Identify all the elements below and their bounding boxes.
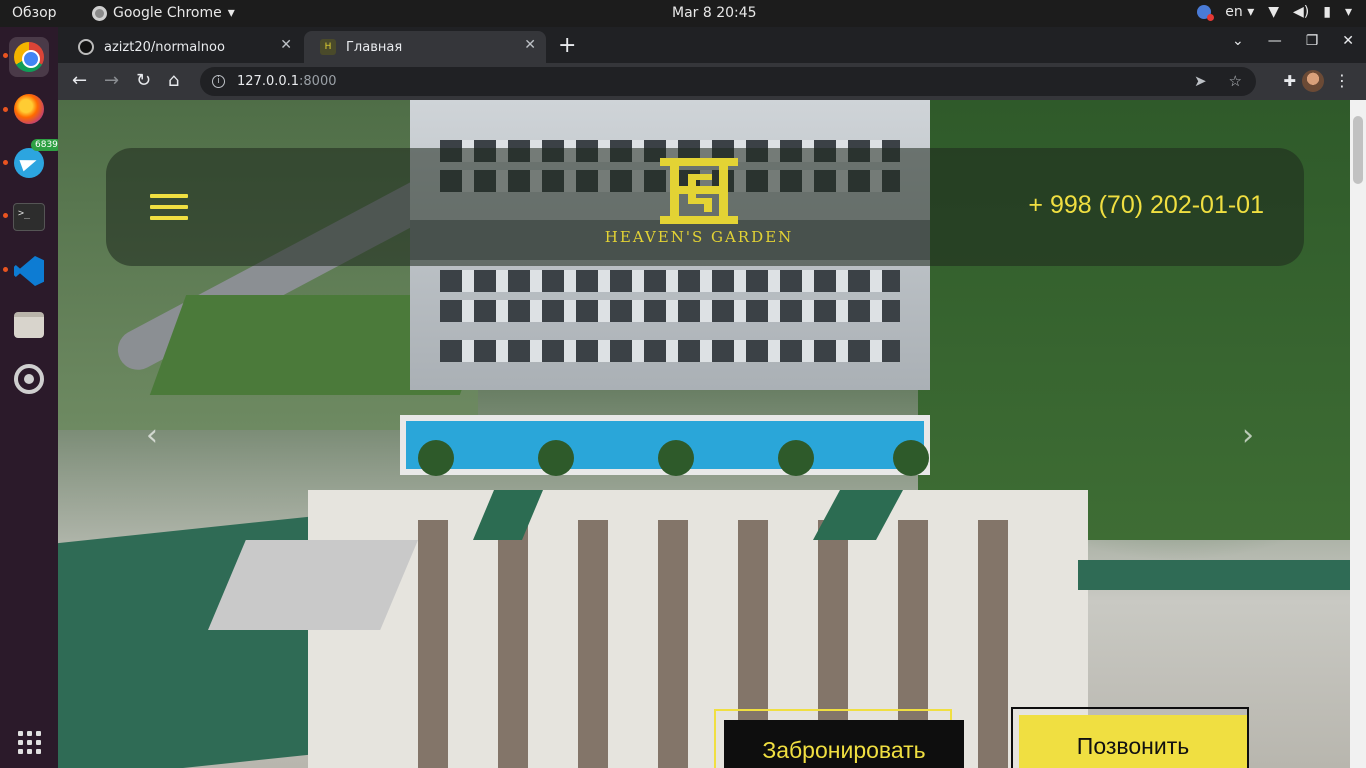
vscode-icon bbox=[14, 256, 44, 286]
active-app-label: Google Chrome bbox=[113, 5, 222, 21]
vscode-launcher[interactable] bbox=[9, 251, 49, 291]
clock[interactable]: Mar 8 20:45 bbox=[672, 5, 757, 21]
scrollbar-thumb[interactable] bbox=[1353, 116, 1363, 184]
hamburger-menu-icon[interactable] bbox=[150, 194, 188, 220]
tab-github[interactable]: azizt20/normalnoo ✕ bbox=[62, 31, 302, 63]
book-button-label: Забронировать bbox=[724, 720, 964, 768]
tab-search-icon[interactable]: ⌄ bbox=[1232, 33, 1244, 49]
tab-strip: azizt20/normalnoo ✕ H Главная ✕ + ⌄ — ❐ … bbox=[58, 27, 1366, 63]
chrome-icon bbox=[14, 42, 44, 72]
tab-home[interactable]: H Главная ✕ bbox=[304, 31, 546, 63]
terminal-icon: >_ bbox=[13, 203, 45, 231]
bookmark-star-icon[interactable]: ☆ bbox=[1229, 72, 1242, 90]
url-host: 127.0.0.1 bbox=[237, 74, 300, 89]
telegram-icon bbox=[14, 148, 44, 178]
site-header: HEAVEN'S GARDEN + 998 (70) 202-01-01 bbox=[106, 148, 1304, 266]
system-tray[interactable]: en ▾ ▼ ◀) ▮ ▾ bbox=[1197, 4, 1352, 21]
tab-title: azizt20/normalnoo bbox=[104, 39, 225, 55]
active-app-menu[interactable]: Google Chrome ▾ bbox=[92, 5, 235, 21]
window-controls: ⌄ — ❐ ✕ bbox=[1232, 33, 1354, 49]
book-button[interactable]: Забронировать bbox=[714, 709, 964, 768]
site-logo[interactable]: HEAVEN'S GARDEN bbox=[599, 158, 799, 246]
system-top-bar: Обзор Google Chrome ▾ Mar 8 20:45 en ▾ ▼… bbox=[0, 0, 1366, 27]
phone-link[interactable]: + 998 (70) 202-01-01 bbox=[1028, 191, 1264, 220]
forward-icon[interactable]: → bbox=[104, 70, 119, 91]
url-port: :8000 bbox=[299, 74, 337, 89]
settings-icon bbox=[14, 364, 44, 394]
running-indicator bbox=[3, 160, 8, 165]
home-icon[interactable]: ⌂ bbox=[168, 70, 179, 91]
maximize-icon[interactable]: ❐ bbox=[1306, 33, 1319, 49]
terminal-launcher[interactable]: >_ bbox=[9, 197, 49, 237]
chrome-menu-icon[interactable]: ⋮ bbox=[1334, 71, 1350, 90]
logo-mark-icon bbox=[660, 158, 738, 224]
logo-text: HEAVEN'S GARDEN bbox=[604, 228, 794, 246]
tab-title: Главная bbox=[346, 39, 403, 55]
firefox-launcher[interactable] bbox=[9, 89, 49, 129]
github-icon bbox=[78, 39, 94, 55]
show-apps-icon[interactable] bbox=[18, 731, 41, 754]
page-viewport: ‹ › HEAVEN'S GARDEN + 998 (70) 202-01-01… bbox=[58, 100, 1350, 768]
telegram-launcher[interactable]: 6839 bbox=[9, 139, 62, 183]
reload-icon[interactable]: ↻ bbox=[136, 70, 151, 91]
system-menu-chevron-icon: ▾ bbox=[1344, 4, 1352, 20]
volume-icon: ◀) bbox=[1293, 4, 1310, 20]
files-icon bbox=[14, 312, 44, 338]
slider-prev-icon[interactable]: ‹ bbox=[146, 418, 158, 453]
new-tab-icon[interactable]: + bbox=[558, 33, 576, 58]
back-icon[interactable]: ← bbox=[72, 70, 87, 91]
call-button-label: Позвонить bbox=[1019, 715, 1247, 768]
site-info-icon[interactable]: i bbox=[212, 75, 225, 88]
slider-next-icon[interactable]: › bbox=[1242, 418, 1254, 453]
minimize-icon[interactable]: — bbox=[1268, 33, 1282, 49]
send-icon[interactable]: ➤ bbox=[1194, 72, 1207, 90]
call-button[interactable]: Позвонить bbox=[1011, 707, 1249, 768]
battery-icon: ▮ bbox=[1323, 4, 1331, 20]
firefox-icon bbox=[14, 94, 44, 124]
close-tab-icon[interactable]: ✕ bbox=[524, 37, 536, 53]
language-indicator[interactable]: en ▾ bbox=[1225, 4, 1254, 20]
settings-launcher[interactable] bbox=[9, 359, 49, 399]
page-scrollbar[interactable] bbox=[1350, 100, 1366, 768]
running-indicator bbox=[3, 213, 8, 218]
extensions-icon[interactable]: ✚ bbox=[1283, 72, 1296, 90]
running-indicator bbox=[3, 267, 8, 272]
close-window-icon[interactable]: ✕ bbox=[1342, 33, 1354, 49]
files-launcher[interactable] bbox=[9, 305, 49, 345]
dropdown-icon: ▾ bbox=[227, 5, 235, 21]
chrome-mini-icon bbox=[92, 5, 107, 21]
site-favicon-icon: H bbox=[320, 39, 336, 55]
activities-button[interactable]: Обзор bbox=[12, 5, 57, 21]
chrome-launcher[interactable] bbox=[9, 37, 49, 77]
dock: 6839 >_ bbox=[0, 27, 62, 768]
notification-app-icon[interactable] bbox=[1197, 5, 1215, 21]
running-indicator bbox=[3, 53, 8, 58]
close-tab-icon[interactable]: ✕ bbox=[280, 37, 292, 53]
profile-avatar[interactable] bbox=[1302, 70, 1324, 92]
toolbar: ← → ↻ ⌂ i 127.0.0.1:8000 ➤ ☆ ✚ ⋮ bbox=[58, 63, 1366, 100]
running-indicator bbox=[3, 107, 8, 112]
address-bar[interactable]: i 127.0.0.1:8000 ➤ ☆ bbox=[200, 67, 1256, 96]
wifi-icon: ▼ bbox=[1268, 4, 1280, 20]
